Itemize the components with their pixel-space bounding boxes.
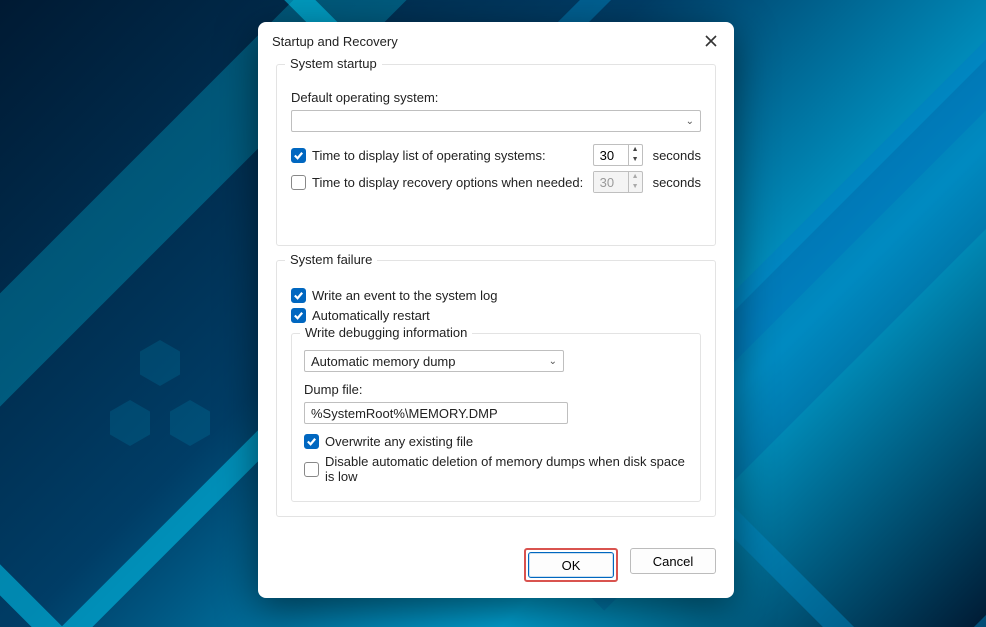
debug-info-legend: Write debugging information (300, 325, 472, 340)
ok-button-highlight: OK (524, 548, 618, 582)
display-recovery-seconds: ▲▼ (593, 171, 643, 193)
auto-restart-checkbox[interactable] (291, 308, 306, 323)
display-recovery-options-label: Time to display recovery options when ne… (312, 175, 583, 190)
spin-down-icon: ▼ (629, 182, 642, 192)
system-startup-legend: System startup (285, 56, 382, 71)
seconds-unit: seconds (653, 175, 701, 190)
default-os-select[interactable]: ⌄ (291, 110, 701, 132)
ok-button[interactable]: OK (528, 552, 614, 578)
display-recovery-options-checkbox[interactable] (291, 175, 306, 190)
system-failure-group: System failure Write an event to the sys… (276, 260, 716, 517)
dump-file-input[interactable]: %SystemRoot%\MEMORY.DMP (304, 402, 568, 424)
overwrite-label: Overwrite any existing file (325, 434, 473, 449)
spin-up-icon[interactable]: ▲ (629, 145, 642, 155)
display-os-list-seconds-input[interactable] (594, 145, 628, 165)
system-failure-legend: System failure (285, 252, 377, 267)
overwrite-checkbox[interactable] (304, 434, 319, 449)
cancel-button[interactable]: Cancel (630, 548, 716, 574)
system-startup-group: System startup Default operating system:… (276, 64, 716, 246)
dialog-title: Startup and Recovery (272, 34, 398, 49)
disable-delete-label: Disable automatic deletion of memory dum… (325, 454, 688, 484)
write-event-label: Write an event to the system log (312, 288, 497, 303)
debug-info-group: Write debugging information Automatic me… (291, 333, 701, 502)
startup-recovery-dialog: Startup and Recovery System startup Defa… (258, 22, 734, 598)
disable-delete-checkbox[interactable] (304, 462, 319, 477)
dump-file-value: %SystemRoot%\MEMORY.DMP (311, 406, 498, 421)
titlebar: Startup and Recovery (258, 22, 734, 58)
display-os-list-checkbox[interactable] (291, 148, 306, 163)
close-icon[interactable] (702, 32, 720, 50)
seconds-unit: seconds (653, 148, 701, 163)
display-recovery-seconds-input (594, 172, 628, 192)
chevron-down-icon: ⌄ (549, 356, 557, 367)
spin-up-icon: ▲ (629, 172, 642, 182)
write-event-checkbox[interactable] (291, 288, 306, 303)
dump-file-label: Dump file: (304, 382, 688, 397)
dump-type-value: Automatic memory dump (311, 354, 456, 369)
chevron-down-icon: ⌄ (686, 116, 694, 127)
dump-type-select[interactable]: Automatic memory dump ⌄ (304, 350, 564, 372)
auto-restart-label: Automatically restart (312, 308, 430, 323)
default-os-label: Default operating system: (291, 90, 701, 105)
spin-down-icon[interactable]: ▼ (629, 155, 642, 165)
display-os-list-label: Time to display list of operating system… (312, 148, 546, 163)
dialog-footer: OK Cancel (258, 536, 734, 598)
display-os-list-seconds[interactable]: ▲▼ (593, 144, 643, 166)
